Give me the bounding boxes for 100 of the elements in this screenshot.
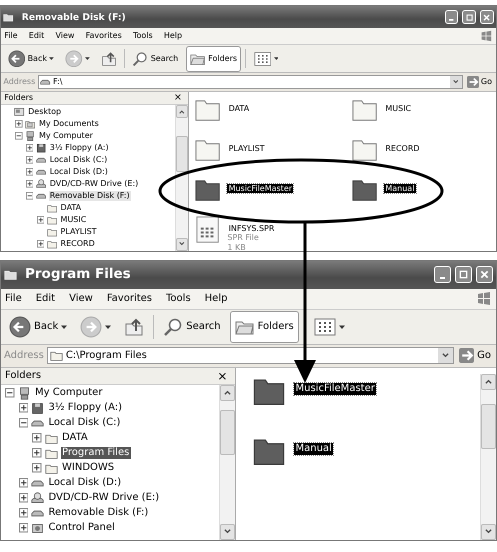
scrollbar[interactable]: [175, 105, 188, 251]
tree-item[interactable]: Local Disk (D:): [48, 167, 110, 177]
go-button[interactable]: Go: [457, 348, 493, 364]
expand-toggle[interactable]: [26, 168, 34, 176]
close-button[interactable]: [476, 266, 493, 284]
tree-item[interactable]: MUSIC: [59, 215, 88, 225]
tree-item[interactable]: Removable Disk (F:): [47, 507, 150, 520]
scrollbar-thumb[interactable]: [176, 136, 188, 172]
close-button[interactable]: ×: [214, 370, 231, 382]
item-name[interactable]: Manual: [384, 184, 416, 194]
expand-toggle[interactable]: [18, 478, 28, 488]
menu-item[interactable]: Favorites: [106, 292, 152, 305]
menu-item[interactable]: Favorites: [86, 31, 122, 42]
computer-icon: [18, 386, 30, 400]
close-icon: [483, 14, 490, 21]
address-field[interactable]: F:\: [38, 74, 463, 89]
tree-item[interactable]: DATA: [59, 203, 82, 213]
scrollbar[interactable]: [480, 374, 496, 540]
tree-item[interactable]: Local Disk (C:): [48, 155, 108, 165]
item-name[interactable]: RECORD: [384, 144, 421, 154]
tree-item[interactable]: My Documents: [38, 119, 100, 129]
menu-item[interactable]: File: [4, 31, 18, 42]
item-name[interactable]: DATA: [227, 104, 250, 114]
tree-item[interactable]: 3½ Floppy (A:): [48, 143, 110, 153]
close-button[interactable]: [480, 10, 494, 24]
collapse-toggle[interactable]: [18, 418, 28, 428]
back-button[interactable]: Back: [4, 48, 58, 70]
menu-item[interactable]: File: [5, 292, 22, 305]
expand-toggle[interactable]: [32, 463, 42, 473]
expand-toggle[interactable]: [32, 448, 42, 458]
tree-item[interactable]: DVD/CD-RW Drive (E:): [47, 492, 161, 504]
item-name[interactable]: Manual: [294, 442, 334, 455]
search-button[interactable]: Search: [159, 314, 225, 340]
folders-button[interactable]: Folders: [186, 46, 242, 72]
scrollbar-thumb[interactable]: [481, 404, 496, 450]
item-name[interactable]: MusicFileMaster: [227, 184, 294, 194]
address-field[interactable]: C:\Program Files: [46, 346, 454, 364]
folder-icon: [46, 238, 57, 250]
expand-toggle[interactable]: [26, 144, 34, 152]
expand-toggle[interactable]: [18, 403, 28, 413]
item-name[interactable]: PLAYLIST: [227, 144, 266, 154]
search-button[interactable]: Search: [128, 48, 182, 69]
tree-item[interactable]: My Computer: [38, 131, 94, 141]
tree-item[interactable]: Removable Disk (F:): [48, 191, 131, 201]
menu-item[interactable]: Edit: [28, 31, 44, 42]
folders-button[interactable]: Folders: [230, 310, 299, 343]
expand-toggle[interactable]: [26, 156, 34, 164]
expand-toggle[interactable]: [18, 508, 28, 518]
tree-item[interactable]: Program Files: [60, 447, 131, 460]
expand-toggle[interactable]: [26, 180, 34, 188]
menu-item[interactable]: Help: [204, 292, 228, 305]
menu-item[interactable]: View: [69, 292, 93, 305]
maximize-button[interactable]: [455, 266, 472, 284]
item-name[interactable]: INFSYS.SPR: [227, 224, 276, 234]
dropdown-button[interactable]: [438, 348, 454, 364]
collapse-toggle[interactable]: [15, 132, 23, 140]
chevron-up-icon: [485, 378, 492, 386]
collapse-toggle[interactable]: [5, 388, 14, 398]
back-button[interactable]: Back: [5, 313, 72, 340]
expand-toggle[interactable]: [36, 216, 44, 224]
tree-item[interactable]: PLAYLIST: [59, 227, 98, 237]
document-folder-icon: [24, 118, 36, 130]
tree-item[interactable]: My Computer: [34, 387, 104, 400]
scrollbar[interactable]: [219, 384, 235, 540]
expand-toggle[interactable]: [18, 523, 28, 533]
expand-toggle[interactable]: [15, 120, 23, 128]
tree-item[interactable]: Control Panel: [47, 522, 116, 534]
go-button[interactable]: Go: [464, 76, 494, 88]
menu-item[interactable]: Help: [164, 31, 182, 42]
tree-item[interactable]: 3½ Floppy (A:): [47, 402, 124, 414]
scrollbar-thumb[interactable]: [220, 410, 235, 455]
tree-item[interactable]: DATA: [60, 432, 90, 444]
close-button[interactable]: ×: [171, 93, 185, 103]
menu-item[interactable]: View: [55, 31, 74, 42]
tree-item[interactable]: WINDOWS: [60, 462, 116, 474]
scroll-up-button[interactable]: [176, 105, 188, 118]
maximize-button[interactable]: [462, 10, 476, 24]
tree-item[interactable]: DVD/CD-RW Drive (E:): [48, 179, 140, 189]
tree-item[interactable]: Local Disk (D:): [47, 477, 123, 490]
item-name[interactable]: MUSIC: [384, 104, 412, 114]
scroll-down-button[interactable]: [220, 524, 235, 540]
minimize-icon: [449, 19, 454, 21]
dropdown-button[interactable]: [450, 76, 462, 88]
logo-icon: [476, 290, 492, 307]
scroll-up-button[interactable]: [481, 374, 496, 390]
expand-toggle[interactable]: [18, 493, 28, 503]
tree-item[interactable]: Local Disk (C:): [47, 417, 122, 430]
tree-item[interactable]: RECORD: [59, 239, 96, 249]
menu-item[interactable]: Edit: [36, 292, 56, 305]
expand-toggle[interactable]: [36, 240, 44, 248]
expand-toggle[interactable]: [32, 433, 42, 443]
scroll-down-button[interactable]: [176, 238, 188, 251]
menu-item[interactable]: Tools: [166, 292, 191, 305]
collapse-toggle[interactable]: [26, 192, 34, 200]
tree-item[interactable]: Desktop: [26, 107, 62, 117]
scroll-up-button[interactable]: [220, 384, 235, 401]
scroll-down-button[interactable]: [481, 524, 496, 540]
menu-item[interactable]: Tools: [132, 31, 153, 42]
minimize-button[interactable]: [444, 10, 458, 24]
minimize-button[interactable]: [434, 266, 451, 284]
